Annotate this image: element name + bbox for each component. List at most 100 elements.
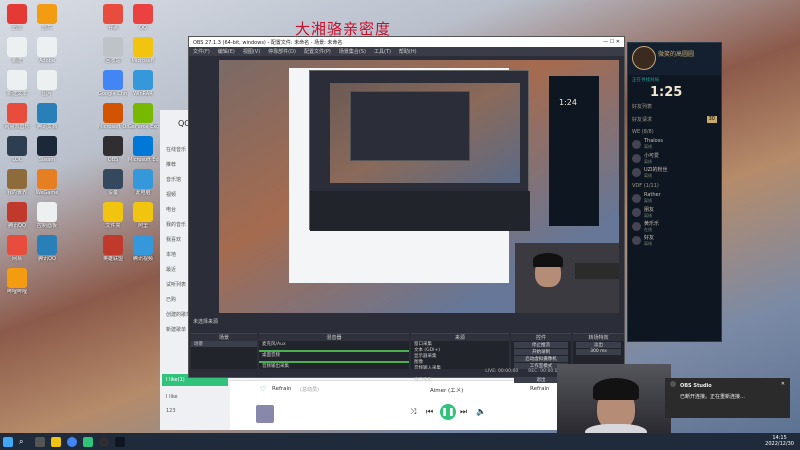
desktop-icon[interactable]: Microsoft Office [98,103,128,130]
friend-item[interactable]: 小可爱 离线 [628,152,721,166]
qqmusic-nav-item[interactable]: 在线音乐 [166,146,186,153]
desktop-icon[interactable]: Google Chrome [98,70,128,97]
qqmusic-icon[interactable] [83,436,93,447]
desktop-icon-label: 控制面板 [36,223,57,229]
desktop-icon[interactable]: 此电脑 [128,169,158,196]
desktop-icon-label: 迅雷 [11,25,22,31]
desktop-icon[interactable]: 腾讯QQ [2,202,32,229]
friend-item[interactable]: 朋友 离线 [628,206,721,220]
desktop-icon[interactable]: 哔哩哔哩 [2,268,32,295]
shuffle-icon[interactable]: ⤨ [410,407,416,417]
desktop-icon[interactable]: Adobe [32,37,62,64]
scene-item[interactable]: 场景 [191,341,257,347]
qqmusic-nav-item[interactable]: 最近 [166,266,176,273]
mixer-channel[interactable]: 麦克风/Aux [259,341,409,352]
desktop-icon[interactable]: Microsoft Edge [128,136,158,163]
lol-client[interactable]: 微笑的高圆圆 正在寻找对局 1:25 好友列表 好友请求 30 WE (8/8)… [627,42,722,342]
playlist-item[interactable]: I like [166,394,178,400]
desktop-icon[interactable]: 谷歌 [98,4,128,31]
qqmusic-nav-item[interactable]: 已购 [166,296,176,303]
desktop-icon-label: 蓝鸟 [41,25,52,31]
desktop-icon[interactable]: 图片 [32,70,62,97]
friend-group[interactable]: VDF (1/11) [628,180,721,192]
obs-menu-item[interactable]: 场景集合(S) [339,48,366,55]
obs-window[interactable]: OBS 27.1.3 (64-bit, windows) - 配置文件: 未命名… [188,36,625,383]
next-icon[interactable]: ⏭ [460,407,467,417]
desktop-icon[interactable]: 控制面板 [32,202,62,229]
obs-menu-item[interactable]: 视图(V) [243,48,260,55]
control-button[interactable]: 停止推流 [514,342,568,348]
control-button[interactable]: 开始录制 [514,349,568,355]
desktop-icon[interactable]: 回收站 [98,37,128,64]
desktop-icon[interactable]: LOL [2,136,32,163]
obs-menu-item[interactable]: 工具(T) [374,48,391,55]
qqmusic-nav-item[interactable]: 音乐馆 [166,176,181,183]
desktop-icon[interactable]: 腾讯QQ [32,235,62,262]
pause-button[interactable]: ❚❚ [440,404,456,420]
transition-select[interactable]: 淡出 [576,342,621,348]
taskview-icon[interactable] [35,436,45,447]
friend-status: 离线 [644,213,652,218]
app-icon [103,235,123,255]
desktop-icon[interactable]: 文件夹 [98,202,128,229]
desktop-icon[interactable]: 我的世界 [2,169,32,196]
desktop-icon[interactable]: Steam [32,136,62,163]
desktop-icon[interactable]: Microsoft [128,37,158,64]
qqmusic-nav-item[interactable]: 本地 [166,251,176,258]
desktop-icon[interactable]: WinRAR [128,70,158,97]
obs-menu-item[interactable]: 停靠部件(D) [268,48,296,55]
close-icon[interactable]: ✕ [781,381,785,387]
desktop-icon[interactable]: 迅雷 [2,4,32,31]
start-icon[interactable] [3,436,13,447]
friend-requests[interactable]: 好友请求 30 [628,113,721,126]
desktop-icon[interactable]: OBS [98,136,128,163]
lol-icon[interactable] [115,436,125,447]
desktop-icon[interactable]: 新建文本 [2,70,32,97]
obs-icon[interactable] [99,436,109,447]
explorer-icon[interactable] [51,436,61,447]
qqmusic-nav-item[interactable]: 视频 [166,191,176,198]
qqmusic-nav-item[interactable]: 电台 [166,206,176,213]
obs-menu-item[interactable]: 编辑(E) [218,48,235,55]
obs-menubar: 文件(F) 编辑(E) 视图(V) 停靠部件(D) 配置文件(P) 场景集合(S) 工具(T… [189,47,624,56]
prev-icon[interactable]: ⏮ [426,407,433,417]
control-button[interactable]: 启动虚拟摄像机 [514,356,568,362]
transition-duration[interactable]: 300 ms [576,349,621,355]
desktop-icon[interactable]: 网易 [2,235,32,262]
chrome-icon[interactable] [67,436,77,447]
heart-icon[interactable]: ♡ [260,385,266,393]
friend-item[interactable]: Rather 离线 [628,192,721,206]
obs-menu-item[interactable]: 配置文件(P) [304,48,331,55]
source-item[interactable]: 窗口采集 [411,377,509,383]
friend-item[interactable]: Thaloss 离线 [628,138,721,152]
friend-item[interactable]: 好友 离线 [628,234,721,248]
qqmusic-nav-item[interactable]: 我喜欢 [166,236,181,243]
desktop-icon[interactable]: 新建 [2,37,32,64]
toast-notification[interactable]: OBS Studio 已断开连接。正在重新连接… ✕ [665,378,790,418]
desktop-icon[interactable]: 设备 [98,169,128,196]
desktop-icon[interactable]: GeForce Experience [128,103,158,130]
search-icon[interactable]: ⌕ [19,437,29,447]
desktop-icon[interactable]: 腾讯文档 [32,103,62,130]
friend-group[interactable]: WE (8/8) [628,126,721,138]
mixer-channel[interactable]: 桌面音频 [259,352,409,363]
desktop-icon[interactable]: WeGame [32,169,62,196]
window-controls-icon[interactable]: — ☐ ✕ [603,39,620,45]
obs-menu-item[interactable]: 文件(F) [193,48,210,55]
desktop-icon[interactable]: 蓝鸟 [32,4,62,31]
qqmusic-nav-item[interactable]: 试听列表 [166,281,186,288]
friend-item[interactable]: 黄乐乐 在线 [628,220,721,234]
desktop-icon[interactable]: 英雄联盟 [98,235,128,262]
playlist-item[interactable]: 123 [166,408,176,414]
app-icon [7,169,27,189]
qqmusic-nav-item[interactable]: 推荐 [166,161,176,168]
desktop-icon[interactable]: 腾讯视频 [128,235,158,262]
obs-menu-item[interactable]: 帮助(H) [399,48,417,55]
friend-item[interactable]: UZI的粉丝 离线 [628,166,721,180]
desktop-icon[interactable]: 阿里 [128,202,158,229]
qqmusic-nav-item[interactable]: 我的音乐 [166,221,186,228]
desktop-icon[interactable]: 网易云音乐 [2,103,32,130]
volume-icon[interactable]: 🔈 [476,407,486,416]
qqmusic-nav-item[interactable]: 新建歌单 [166,326,186,333]
desktop-icon[interactable]: QQ [128,4,158,31]
